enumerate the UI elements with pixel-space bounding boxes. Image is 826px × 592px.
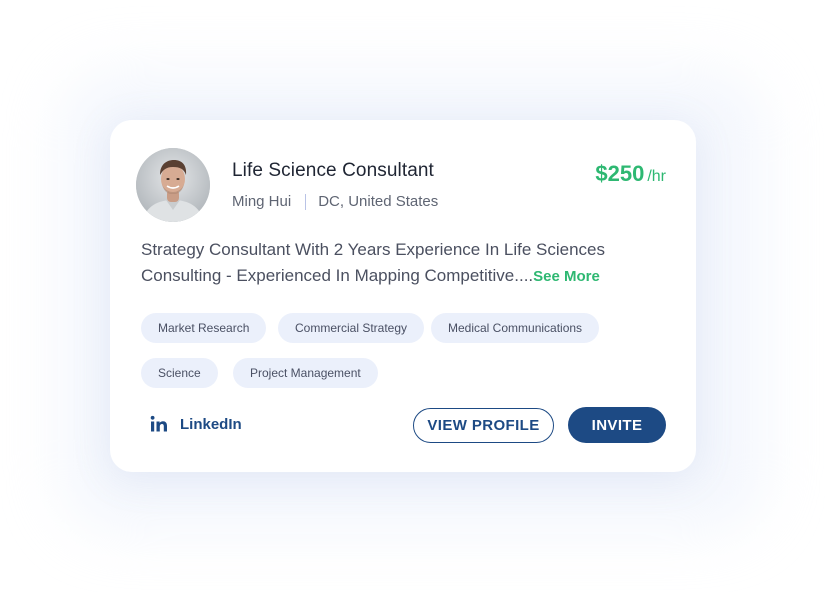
rate-amount: $250 [595, 161, 645, 186]
consultant-description: Strategy Consultant With 2 Years Experie… [141, 237, 641, 290]
avatar-photo-icon [136, 148, 210, 222]
page-background: Life Science Consultant Ming Hui DC, Uni… [0, 0, 826, 592]
avatar[interactable] [136, 148, 210, 222]
consultant-title: Life Science Consultant [232, 160, 434, 181]
meta-divider [305, 193, 307, 210]
view-profile-button[interactable]: VIEW PROFILE [413, 408, 554, 443]
linkedin-icon [150, 415, 167, 432]
skill-tag[interactable]: Commercial Strategy [278, 313, 425, 343]
linkedin-link[interactable]: LinkedIn [150, 415, 242, 433]
linkedin-label: LinkedIn [180, 415, 242, 433]
invite-button[interactable]: INVITE [568, 407, 666, 443]
skill-tag[interactable]: Project Management [233, 358, 378, 388]
skill-tag[interactable]: Medical Communications [431, 313, 600, 343]
see-more-link[interactable]: See More [533, 268, 600, 285]
consultant-card: Life Science Consultant Ming Hui DC, Uni… [110, 120, 696, 472]
consultant-location: DC, United States [318, 193, 439, 210]
skill-tag[interactable]: Market Research [141, 313, 267, 343]
rate-unit: /hr [647, 168, 666, 185]
consultant-name: Ming Hui [232, 193, 292, 210]
consultant-meta: Ming Hui DC, United States [232, 193, 438, 210]
hourly-rate: $250 /hr [595, 161, 666, 187]
skill-tag[interactable]: Science [141, 358, 218, 388]
